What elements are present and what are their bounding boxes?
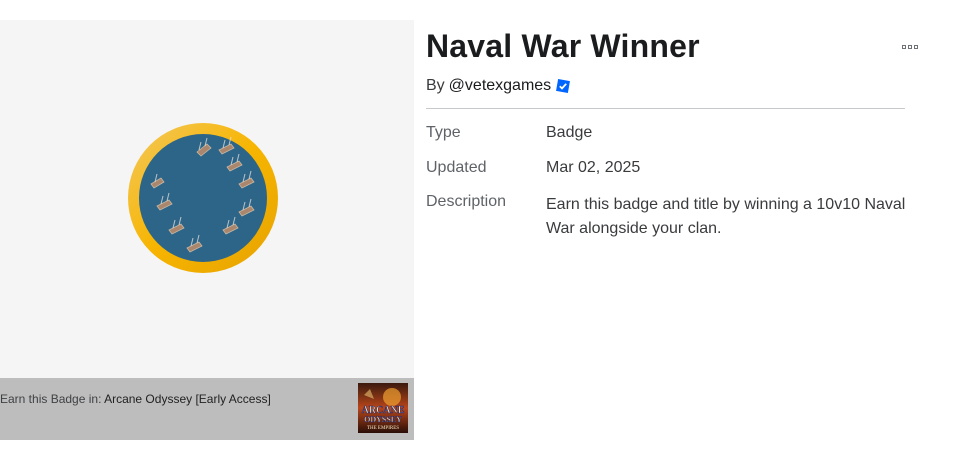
- divider: [426, 108, 905, 109]
- badge-image: [128, 123, 278, 273]
- more-dot: [902, 45, 906, 49]
- detail-label: Description: [426, 193, 507, 210]
- badge-image-area: [0, 20, 414, 378]
- detail-label: Type: [426, 124, 461, 141]
- more-options-icon[interactable]: [902, 42, 924, 52]
- creator-line: By @vetexgames: [426, 77, 571, 95]
- detail-value: Earn this badge and title by winning a 1…: [546, 196, 906, 237]
- detail-label: Updated: [426, 159, 487, 176]
- earn-prefix: Earn this Badge in:: [0, 392, 102, 406]
- thumb-text-mid: ODYSSEY: [364, 415, 402, 424]
- more-dot: [908, 45, 912, 49]
- more-dot: [914, 45, 918, 49]
- verified-badge-icon: [555, 78, 571, 94]
- badge-title: Naval War Winner: [426, 28, 700, 64]
- detail-value: Mar 02, 2025: [546, 159, 641, 176]
- detail-value: Badge: [546, 124, 593, 141]
- thumb-text-bottom: THE EMPIRES: [367, 426, 399, 431]
- badge-details-panel: Naval War Winner By @vetexgames Type Bad…: [426, 20, 926, 440]
- earn-in-game-bar: Earn this Badge in: Arcane Odyssey [Earl…: [0, 378, 414, 440]
- game-link[interactable]: Arcane Odyssey [Early Access]: [104, 392, 271, 406]
- creator-link[interactable]: @vetexgames: [449, 77, 552, 95]
- game-thumbnail-image: ARCANE ODYSSEY THE EMPIRES: [358, 383, 408, 433]
- creator-prefix: By: [426, 77, 445, 94]
- earn-in-game-text: Earn this Badge in: Arcane Odyssey [Earl…: [0, 392, 271, 406]
- game-thumbnail[interactable]: ARCANE ODYSSEY THE EMPIRES: [358, 383, 408, 433]
- badge-thumbnail-panel: Earn this Badge in: Arcane Odyssey [Earl…: [0, 20, 414, 440]
